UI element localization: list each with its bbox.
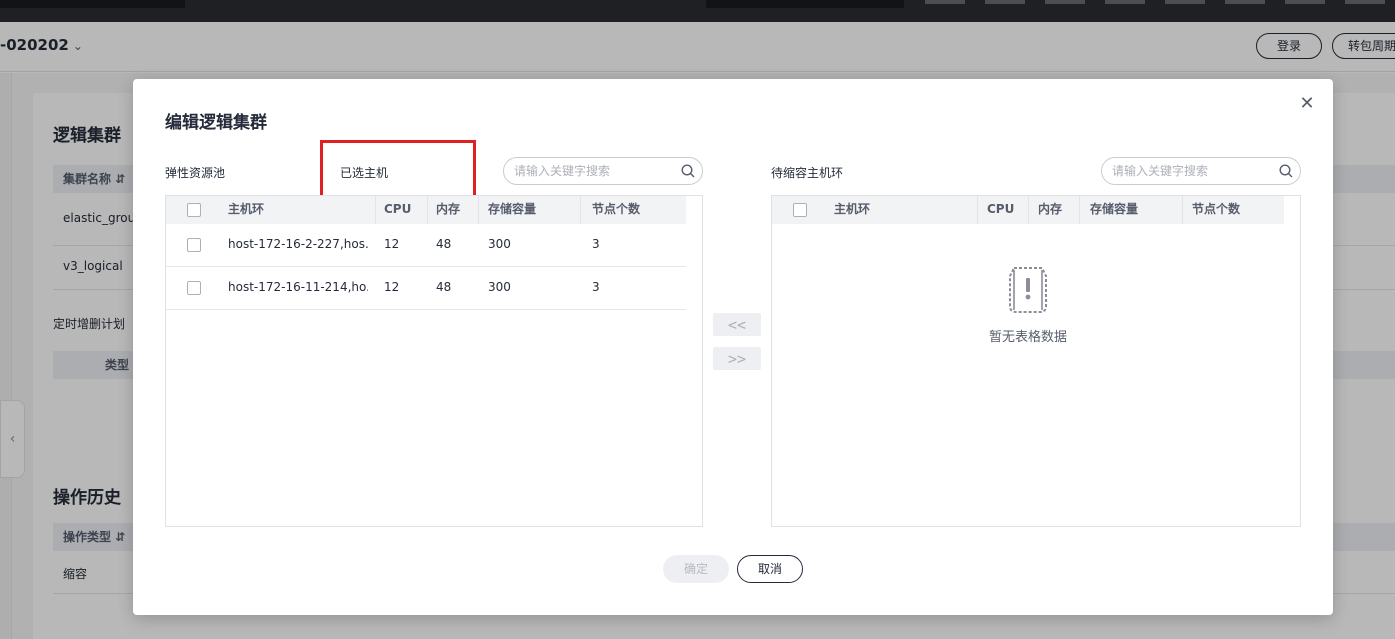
left-search-input[interactable] — [514, 162, 664, 180]
empty-data-text: 暂无表格数据 — [988, 330, 1067, 345]
col-host-ring: 主机环 — [834, 202, 871, 216]
col-storage: 存储容量 — [1090, 202, 1139, 216]
column-divider — [1028, 196, 1029, 224]
elastic-pool-label: 弹性资源池 — [165, 166, 226, 180]
col-memory: 内存 — [436, 202, 461, 216]
right-search-input[interactable] — [1112, 162, 1262, 180]
left-host-table: 主机环 CPU 内存 存储容量 节点个数 host-172-16-2-227,h… — [165, 195, 703, 527]
search-icon[interactable] — [1279, 164, 1293, 178]
col-memory: 内存 — [1038, 202, 1063, 216]
cell-memory: 48 — [436, 280, 452, 294]
column-divider — [427, 196, 428, 224]
column-divider — [1079, 196, 1080, 224]
column-divider — [580, 196, 581, 224]
select-all-checkbox[interactable] — [793, 203, 807, 217]
col-storage: 存储容量 — [488, 202, 537, 216]
row-checkbox[interactable] — [187, 238, 201, 252]
col-node-count: 节点个数 — [1192, 202, 1241, 216]
col-node-count: 节点个数 — [592, 202, 641, 216]
pending-scale-in-label: 待缩容主机环 — [771, 166, 844, 180]
cell-storage: 300 — [488, 237, 511, 251]
row-checkbox[interactable] — [187, 281, 201, 295]
cell-cpu: 12 — [384, 280, 400, 294]
right-table-header: 主机环 CPU 内存 存储容量 节点个数 — [772, 196, 1284, 224]
close-icon[interactable]: ✕ — [1297, 94, 1317, 114]
column-divider — [375, 196, 376, 224]
empty-data-icon — [1009, 267, 1047, 313]
cell-host-ring: host-172-16-11-214,ho... — [228, 280, 368, 294]
edit-logical-cluster-dialog: 编辑逻辑集群 ✕ 弹性资源池 已选主机 主机环 CPU 内存 存储容量 节点个数… — [133, 79, 1333, 615]
dialog-title: 编辑逻辑集群 — [165, 113, 267, 133]
right-search-box[interactable] — [1101, 157, 1301, 185]
table-row[interactable]: host-172-16-11-214,ho... 12 48 300 3 — [166, 267, 686, 310]
highlight-annotation-box — [320, 140, 476, 202]
cell-node-count: 3 — [592, 237, 600, 251]
move-left-button[interactable]: << — [713, 313, 761, 336]
col-cpu: CPU — [987, 202, 1015, 216]
left-search-box[interactable] — [503, 157, 703, 185]
cell-memory: 48 — [436, 237, 452, 251]
cell-cpu: 12 — [384, 237, 400, 251]
cell-host-ring: host-172-16-2-227,hos... — [228, 237, 368, 251]
col-cpu: CPU — [384, 202, 412, 216]
search-icon[interactable] — [681, 164, 695, 178]
cell-storage: 300 — [488, 280, 511, 294]
column-divider — [478, 196, 479, 224]
column-divider — [977, 196, 978, 224]
select-all-checkbox[interactable] — [187, 203, 201, 217]
right-host-table: 主机环 CPU 内存 存储容量 节点个数 暂无表格数据 — [771, 195, 1301, 527]
cell-node-count: 3 — [592, 280, 600, 294]
table-row[interactable]: host-172-16-2-227,hos... 12 48 300 3 — [166, 224, 686, 267]
confirm-button[interactable]: 确定 — [663, 555, 729, 583]
column-divider — [1182, 196, 1183, 224]
col-host-ring: 主机环 — [228, 202, 265, 216]
left-table-header: 主机环 CPU 内存 存储容量 节点个数 — [166, 196, 686, 224]
cancel-button[interactable]: 取消 — [737, 555, 803, 583]
move-right-button[interactable]: >> — [713, 347, 761, 370]
